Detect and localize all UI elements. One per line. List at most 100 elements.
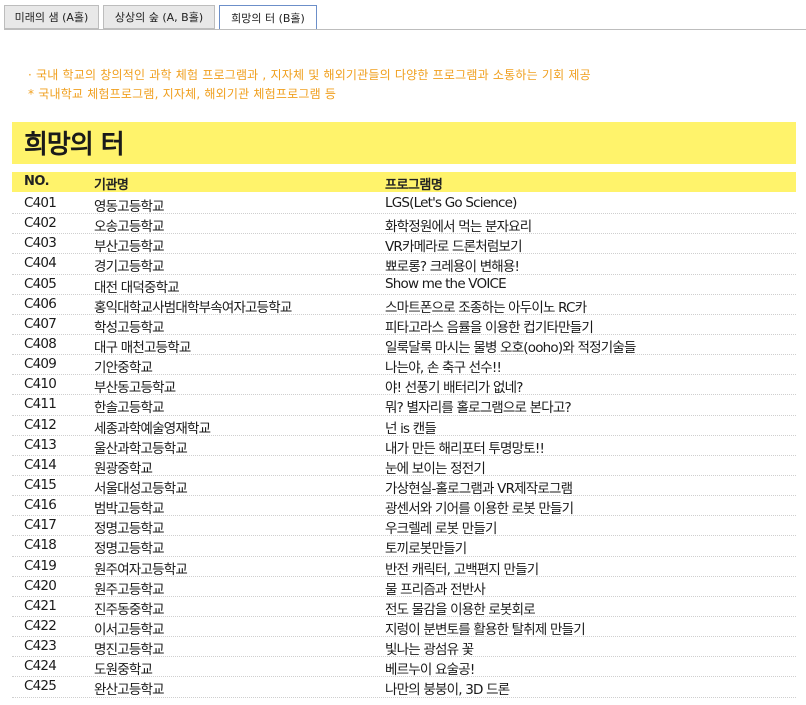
row-program: 뾰로롱? 크레용이 변해용! [385, 259, 520, 276]
row-org: 대구 매천고등학교 [94, 339, 191, 356]
row-program: 빛나는 광섬유 꽃 [385, 642, 474, 659]
row-program: 베르누이 요술공! [385, 662, 475, 679]
row-no: C423 [24, 638, 57, 655]
header-no: NO. [24, 174, 50, 189]
tab-imagination-forest[interactable]: 상상의 숲 (A, B홀) [103, 5, 215, 29]
row-org: 부산동고등학교 [94, 380, 176, 397]
row-no: C407 [24, 315, 57, 332]
section-banner: 희망의 터 [12, 122, 796, 164]
row-program: 나는야, 손 축구 선수!! [385, 360, 502, 377]
row-org: 부산고등학교 [94, 239, 165, 256]
row-no: C425 [24, 678, 57, 695]
row-program: 스마트폰으로 조종하는 아두이노 RC카 [385, 299, 587, 316]
row-org: 진주동중학교 [94, 601, 165, 618]
table-row: C410 부산동고등학교 야! 선풍기 배터리가 없네? [12, 375, 796, 397]
row-program: 반전 캐릭터, 고백편지 만들기 [385, 561, 539, 578]
row-program: 우크렐레 로봇 만들기 [385, 521, 497, 538]
row-org: 원주여자고등학교 [94, 561, 188, 578]
row-no: C406 [24, 295, 57, 312]
row-no: C401 [24, 195, 57, 211]
row-no: C422 [24, 617, 57, 634]
row-org: 경기고등학교 [94, 259, 165, 276]
row-program: 나만의 붕붕이, 3D 드론 [385, 682, 510, 699]
row-no: C416 [24, 497, 57, 514]
tab-hope-ground[interactable]: 희망의 터 (B홀) [219, 5, 317, 30]
row-no: C408 [24, 335, 57, 352]
row-program: 넌 is 캔들 [385, 420, 437, 437]
table-row: C402 오송고등학교 화학정원에서 먹는 분자요리 [12, 214, 796, 236]
table-row: C406 홍익대학교사범대학부속여자고등학교 스마트폰으로 조종하는 아두이노 RC… [12, 295, 796, 316]
table-row: C411 한솔고등학교 뭐? 별자리를 홀로그램으로 본다고? [12, 395, 796, 416]
row-program: 내가 만든 해리포터 투명망토!! [385, 440, 545, 457]
row-program: 토끼로봇만들기 [385, 541, 467, 558]
table-row: C415 서울대성고등학교 가상현실-홀로그램과 VR제작로그램 [12, 476, 796, 497]
row-org: 원주고등학교 [94, 581, 165, 598]
row-org: 명진고등학교 [94, 642, 165, 659]
table-row: C421 진주동중학교 전도 물감을 이용한 로봇회로 [12, 597, 796, 618]
row-no: C413 [24, 436, 57, 453]
row-no: C409 [24, 356, 57, 373]
table-header: NO. 기관명 프로그램명 [12, 172, 796, 193]
tab-future-spring[interactable]: 미래의 샘 (A홀) [4, 5, 99, 29]
table-body: C401 영동고등학교 LGS(Let's Go Science) C402 오송고등학… [12, 194, 796, 698]
row-no: C417 [24, 517, 57, 534]
row-no: C403 [24, 235, 57, 252]
table-row: C416 범박고등학교 광센서와 기어를 이용한 로봇 만들기 [12, 496, 796, 518]
row-org: 도원중학교 [94, 662, 153, 679]
table-row: C414 원광중학교 눈에 보이는 정전기 [12, 456, 796, 477]
row-org: 오송고등학교 [94, 219, 165, 236]
row-program: VR카메라로 드론처럼보기 [385, 239, 523, 256]
row-no: C415 [24, 476, 57, 493]
tab-bar-divider [4, 29, 806, 30]
table-row: C403 부산고등학교 VR카메라로 드론처럼보기 [12, 234, 796, 256]
table-row: C425 완산고등학교 나만의 붕붕이, 3D 드론 [12, 677, 796, 699]
row-org: 홍익대학교사범대학부속여자고등학교 [94, 299, 292, 316]
table-row: C408 대구 매천고등학교 일룩달룩 마시는 물병 오호(ooho)와 적정기술들 [12, 335, 796, 356]
row-org: 기안중학교 [94, 360, 153, 377]
row-no: C412 [24, 416, 57, 433]
row-program: 전도 물감을 이용한 로봇회로 [385, 601, 536, 618]
row-no: C420 [24, 577, 57, 594]
row-no: C421 [24, 597, 57, 614]
row-program: LGS(Let's Go Science) [385, 195, 517, 211]
table-row: C404 경기고등학교 뾰로롱? 크레용이 변해용! [12, 254, 796, 276]
header-org: 기관명 [94, 178, 129, 193]
description-line-2: * 국내학교 체험프로그램, 지자체, 해외기관 체험프로그램 등 [28, 87, 337, 101]
row-no: C414 [24, 456, 57, 473]
row-program: 눈에 보이는 정전기 [385, 460, 486, 477]
row-no: C410 [24, 376, 57, 393]
table-row: C422 이서고등학교 지렁이 분변토를 활용한 탈취제 만들기 [12, 617, 796, 638]
row-program: 가상현실-홀로그램과 VR제작로그램 [385, 480, 573, 497]
row-program: 화학정원에서 먹는 분자요리 [385, 219, 532, 236]
table-row: C417 정명고등학교 우크렐레 로봇 만들기 [12, 516, 796, 538]
row-no: C404 [24, 255, 57, 272]
table-row: C420 원주고등학교 물 프리즘과 전반사 [12, 577, 796, 598]
row-program: 지렁이 분변토를 활용한 탈취제 만들기 [385, 621, 586, 638]
row-org: 완산고등학교 [94, 682, 165, 699]
row-program: 일룩달룩 마시는 물병 오호(ooho)와 적정기술들 [385, 339, 636, 356]
row-program: 광센서와 기어를 이용한 로봇 만들기 [385, 501, 574, 518]
row-org: 정명고등학교 [94, 521, 165, 538]
table-row: C418 정명고등학교 토끼로봇만들기 [12, 536, 796, 558]
row-org: 학성고등학교 [94, 319, 165, 336]
table-row: C407 학성고등학교 피타고라스 음률을 이용한 컵기타만들기 [12, 315, 796, 336]
row-org: 범박고등학교 [94, 501, 165, 518]
section-title: 희망의 터 [24, 130, 125, 160]
row-no: C402 [24, 215, 57, 232]
row-no: C418 [24, 537, 57, 554]
description-line-1: · 국내 학교의 창의적인 과학 체험 프로그램과 , 지자체 및 해외기관들의… [28, 68, 591, 82]
header-program: 프로그램명 [385, 178, 443, 193]
table-row: C412 세종과학예술영재학교 넌 is 캔들 [12, 416, 796, 437]
table-row: C401 영동고등학교 LGS(Let's Go Science) [12, 194, 796, 215]
row-no: C411 [24, 396, 57, 413]
row-org: 이서고등학교 [94, 621, 165, 638]
row-org: 정명고등학교 [94, 541, 165, 558]
row-program: 야! 선풍기 배터리가 없네? [385, 380, 523, 397]
row-org: 대전 대덕중학교 [94, 279, 180, 296]
row-org: 울산과학고등학교 [94, 440, 188, 457]
row-org: 원광중학교 [94, 460, 153, 477]
table-row: C419 원주여자고등학교 반전 캐릭터, 고백편지 만들기 [12, 557, 796, 578]
row-org: 서울대성고등학교 [94, 480, 188, 497]
table-row: C409 기안중학교 나는야, 손 축구 선수!! [12, 355, 796, 377]
row-org: 세종과학예술영재학교 [94, 420, 211, 437]
